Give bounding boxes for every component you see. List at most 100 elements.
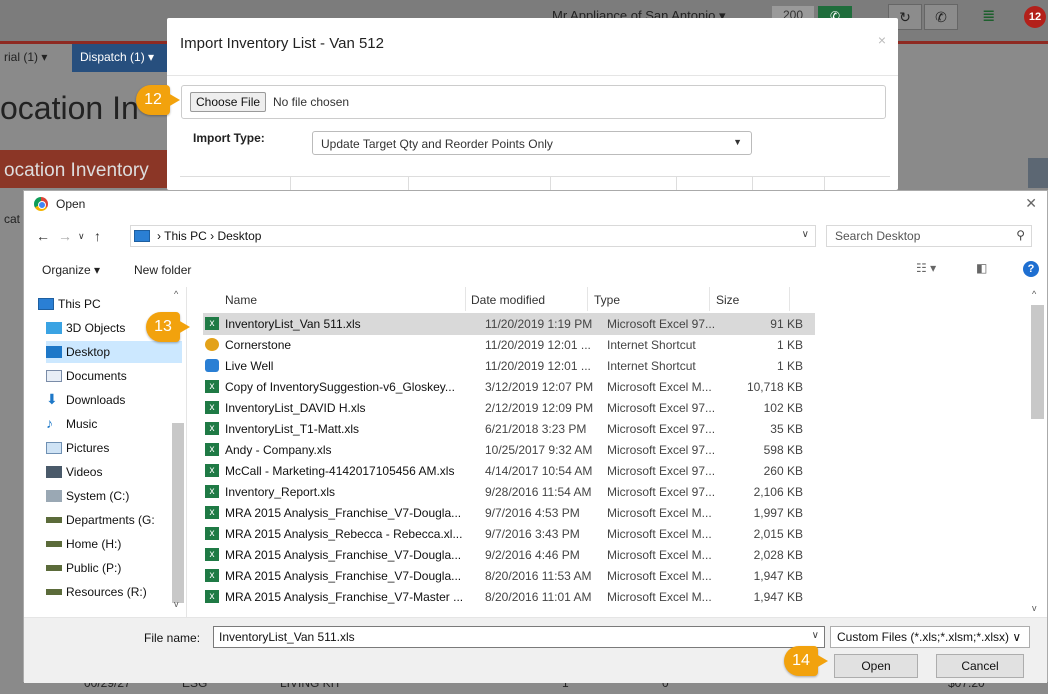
- column-header-date[interactable]: Date modified: [471, 293, 545, 307]
- file-row[interactable]: x InventoryList_DAVID H.xls 2/12/2019 12:0…: [203, 397, 815, 419]
- file-row[interactable]: x MRA 2015 Analysis_Franchise_V7-Dougla..…: [203, 544, 815, 566]
- file-list-scrollbar[interactable]: ^ v: [1029, 287, 1046, 617]
- close-icon[interactable]: ×: [878, 32, 886, 48]
- open-button[interactable]: Open: [834, 654, 918, 678]
- divider: [550, 177, 551, 191]
- file-date: 9/28/2016 11:54 AM: [485, 485, 592, 499]
- import-modal: Import Inventory List - Van 512 × Choose…: [167, 18, 898, 191]
- file-name: MRA 2015 Analysis_Franchise_V7-Dougla...: [225, 506, 462, 520]
- file-name-input[interactable]: InventoryList_Van 511.xls ∨: [213, 626, 825, 648]
- nav-item-system-drive[interactable]: System (C:): [46, 485, 182, 507]
- help-icon[interactable]: ?: [1023, 261, 1039, 277]
- tab-partial[interactable]: rial (1) ▾: [0, 44, 51, 70]
- file-size: 260 KB: [763, 464, 803, 478]
- choose-file-button[interactable]: Choose File: [190, 92, 267, 112]
- chevron-down-icon[interactable]: ∨: [802, 229, 809, 240]
- import-type-label: Import Type:: [193, 131, 265, 145]
- file-date: 2/12/2019 12:09 PM: [485, 401, 594, 415]
- file-date: 6/21/2018 3:23 PM: [485, 422, 587, 436]
- search-input[interactable]: Search Desktop ⚲: [826, 225, 1032, 247]
- file-type: Microsoft Excel 97...: [607, 422, 716, 436]
- file-row[interactable]: x Andy - Company.xls 10/25/2017 9:32 AM Mic…: [203, 439, 815, 461]
- excel-file-icon: x: [205, 422, 219, 435]
- network-drive-icon: [46, 565, 62, 571]
- column-header-type[interactable]: Type: [594, 293, 620, 307]
- file-date: 11/20/2019 1:19 PM: [485, 317, 593, 331]
- open-file-dialog: Open ✕ ← → ∨ ↑ › This PC › Desktop ∨ Sea…: [23, 190, 1048, 683]
- file-date: 8/20/2016 11:53 AM: [485, 569, 592, 583]
- view-options-icon[interactable]: ☷ ▾: [916, 261, 936, 275]
- file-row[interactable]: x MRA 2015 Analysis_Franchise_V7-Dougla..…: [203, 502, 815, 524]
- divider: [709, 287, 710, 311]
- import-type-value: Update Target Qty and Reorder Points Onl…: [321, 137, 553, 151]
- file-type-filter[interactable]: Custom Files (*.xls;*.xlsm;*.xlsx) ∨: [830, 626, 1030, 648]
- scroll-up-icon[interactable]: ^: [174, 289, 178, 299]
- file-input[interactable]: Choose File No file chosen: [181, 85, 886, 119]
- file-type: Microsoft Excel M...: [607, 590, 712, 604]
- nav-item-this-pc[interactable]: This PC: [38, 293, 174, 315]
- file-row[interactable]: x Inventory_Report.xls 9/28/2016 11:54 AM M…: [203, 481, 815, 503]
- nav-item-public-drive[interactable]: Public (P:): [46, 557, 182, 579]
- forward-arrow-icon[interactable]: →: [58, 228, 72, 244]
- dialog-footer: File name: InventoryList_Van 511.xls ∨ C…: [24, 617, 1047, 683]
- back-arrow-icon[interactable]: ←: [36, 228, 50, 244]
- file-row[interactable]: x InventoryList_Van 511.xls 11/20/2019 1:1…: [203, 313, 815, 335]
- file-row[interactable]: x Copy of InventorySuggestion-v6_Gloskey.…: [203, 376, 815, 398]
- database-icon[interactable]: ≣: [982, 6, 995, 26]
- file-size: 1,997 KB: [753, 506, 803, 520]
- scroll-up-icon[interactable]: ^: [1032, 289, 1036, 299]
- dialog-titlebar: Open ✕: [24, 191, 1047, 217]
- file-type: Microsoft Excel M...: [607, 527, 712, 541]
- breadcrumb[interactable]: › This PC › Desktop: [157, 229, 261, 243]
- chevron-down-icon[interactable]: ∨: [812, 630, 819, 641]
- nav-item-music[interactable]: ♪ Music: [46, 413, 182, 435]
- file-row[interactable]: Cornerstone 11/20/2019 12:01 ... Internet …: [203, 334, 815, 356]
- nav-item-documents[interactable]: Documents: [46, 365, 182, 387]
- scroll-down-icon[interactable]: v: [1032, 603, 1037, 613]
- cancel-button[interactable]: Cancel: [936, 654, 1024, 678]
- scroll-thumb[interactable]: [1031, 305, 1044, 419]
- file-row[interactable]: x InventoryList_T1-Matt.xls 6/21/2018 3:23…: [203, 418, 815, 440]
- tab-dispatch[interactable]: Dispatch (1) ▾: [72, 44, 168, 72]
- nav-item-desktop[interactable]: Desktop: [46, 341, 182, 363]
- file-row[interactable]: x MRA 2015 Analysis_Franchise_V7-Dougla..…: [203, 565, 815, 587]
- new-folder-button[interactable]: New folder: [134, 263, 191, 277]
- address-bar[interactable]: › This PC › Desktop ∨: [130, 225, 816, 247]
- nav-item-departments-drive[interactable]: Departments (G:: [46, 509, 170, 531]
- phone-icon[interactable]: ✆: [924, 4, 958, 30]
- nav-item-home-drive[interactable]: Home (H:): [46, 533, 182, 555]
- file-size: 1 KB: [776, 338, 803, 352]
- close-icon[interactable]: ✕: [1025, 195, 1037, 212]
- file-row[interactable]: x MRA 2015 Analysis_Franchise_V7-Master .…: [203, 586, 815, 608]
- notification-badge[interactable]: 12: [1024, 6, 1046, 28]
- file-size: 10,718 KB: [746, 380, 803, 394]
- column-header-size[interactable]: Size: [716, 293, 739, 307]
- organize-button[interactable]: Organize ▾: [42, 263, 100, 277]
- nav-item-downloads[interactable]: ⬇ Downloads: [46, 389, 182, 411]
- video-icon: [46, 466, 62, 478]
- section-edge: [1028, 158, 1048, 188]
- nav-item-videos[interactable]: Videos: [46, 461, 182, 483]
- file-date: 11/20/2019 12:01 ...: [485, 359, 591, 373]
- scroll-down-icon[interactable]: v: [174, 599, 179, 609]
- divider: [167, 75, 898, 76]
- chevron-down-icon[interactable]: ∨: [78, 231, 85, 242]
- document-icon: [46, 370, 62, 382]
- people-shortcut-icon: [205, 359, 219, 372]
- column-header-name[interactable]: Name: [225, 293, 257, 307]
- file-date: 8/20/2016 11:01 AM: [485, 590, 592, 604]
- dialog-toolbar: Organize ▾ New folder ☷ ▾ ◧ ?: [24, 257, 1047, 285]
- import-type-select[interactable]: Update Target Qty and Reorder Points Onl…: [312, 131, 752, 155]
- file-row[interactable]: x McCall - Marketing-4142017105456 AM.xls…: [203, 460, 815, 482]
- preview-pane-icon[interactable]: ◧: [976, 261, 987, 275]
- excel-file-icon: x: [205, 485, 219, 498]
- file-row[interactable]: x MRA 2015 Analysis_Rebecca - Rebecca.xl.…: [203, 523, 815, 545]
- file-row[interactable]: Live Well 11/20/2019 12:01 ... Internet Sh…: [203, 355, 815, 377]
- file-type: Microsoft Excel 97...: [607, 464, 716, 478]
- nav-item-pictures[interactable]: Pictures: [46, 437, 182, 459]
- up-arrow-icon[interactable]: ↑: [94, 228, 101, 244]
- scroll-thumb[interactable]: [172, 423, 184, 603]
- file-size: 35 KB: [770, 422, 803, 436]
- search-icon[interactable]: ⚲: [1016, 228, 1025, 242]
- nav-item-resources-drive[interactable]: Resources (R:): [46, 581, 182, 603]
